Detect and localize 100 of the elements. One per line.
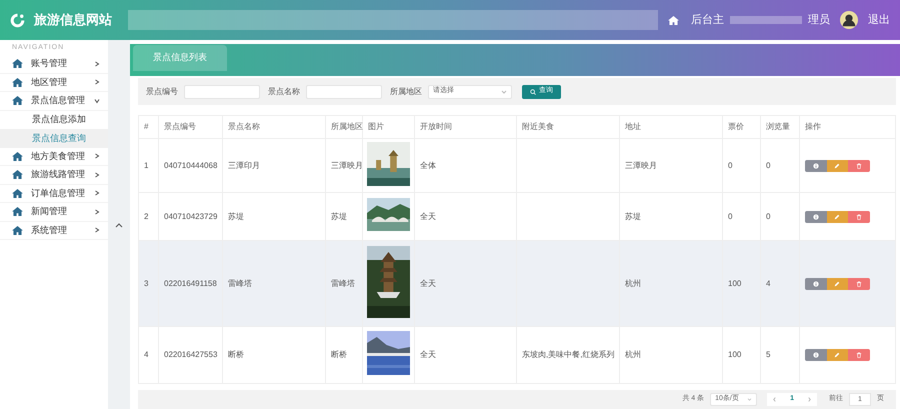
chevron-icon	[94, 60, 100, 67]
info-button[interactable]	[805, 210, 826, 222]
column-header: 操作	[800, 116, 896, 138]
table-cell: 022016427553	[164, 350, 218, 359]
pencil-icon	[834, 280, 840, 286]
table-cell: 0	[728, 160, 732, 170]
table-row[interactable]: 3 022016491158 雷峰塔 雷峰塔 全天 杭州 100 4	[138, 240, 896, 326]
info-icon	[812, 214, 819, 220]
menu-label[interactable]: 订单信息管理	[31, 186, 85, 200]
table-row[interactable]: 2 040710423729 苏堤 苏堤 全天 苏堤 0 0	[138, 192, 896, 240]
submenu-item[interactable]: 景点信息添加	[0, 110, 108, 129]
table-cell: 0	[728, 212, 732, 220]
filter-label: 景点名称	[268, 86, 300, 98]
chevron-icon	[94, 208, 100, 215]
table-cell: 苏堤	[228, 212, 244, 220]
info-button[interactable]	[805, 349, 826, 361]
pencil-icon	[834, 162, 840, 168]
menu-label[interactable]: 旅游线路管理	[31, 168, 85, 182]
table-cell: 2	[144, 212, 148, 220]
table-cell: 断桥	[331, 350, 347, 359]
trash-icon	[856, 352, 862, 358]
table-cell: 022016491158	[164, 278, 217, 288]
trash-icon	[856, 280, 862, 286]
edit-button[interactable]	[826, 210, 848, 222]
table-cell: 3	[144, 278, 148, 288]
table-cell: 苏堤	[331, 212, 347, 220]
table-cell: 杭州	[625, 350, 641, 359]
delete-button[interactable]	[848, 349, 870, 361]
home-icon	[12, 188, 23, 198]
trash-icon	[856, 162, 862, 168]
menu-label[interactable]: 账号管理	[31, 57, 67, 70]
chevron-icon	[501, 90, 507, 94]
table-cell: 1	[144, 160, 148, 170]
edit-button[interactable]	[826, 278, 848, 290]
menu-label[interactable]: 系统管理	[31, 224, 67, 237]
delete-button[interactable]	[848, 278, 870, 290]
menu-label[interactable]: 地方美食管理	[31, 150, 85, 163]
table-cell: 040710444068	[164, 160, 218, 170]
column-header: #	[138, 116, 158, 138]
user-label: 理员	[808, 12, 830, 28]
logout-link[interactable]: 退出	[868, 12, 890, 28]
logo-icon	[9, 12, 26, 28]
table-cell: 5	[766, 350, 770, 359]
table-cell: 三潭映月	[331, 160, 363, 170]
table-cell: 东坡肉,美味中餐,红烧系列	[522, 350, 614, 359]
delete-button[interactable]	[848, 160, 870, 172]
home-icon	[12, 96, 23, 106]
home-icon	[12, 78, 23, 87]
next-icon	[808, 397, 811, 402]
table-cell: 三潭印月	[228, 160, 260, 170]
info-button[interactable]	[805, 278, 826, 290]
edit-button[interactable]	[826, 160, 848, 172]
pencil-icon	[834, 352, 840, 358]
info-icon	[812, 280, 819, 286]
home-icon	[12, 226, 23, 235]
input-field[interactable]	[184, 84, 260, 98]
table-row[interactable]: 1 040710444068 三潭印月 三潭映月 全体 三潭映月 0 0	[138, 138, 896, 192]
menu-label[interactable]: 地区管理	[31, 76, 67, 89]
chevron-icon	[747, 398, 752, 401]
table-cell: 全天	[420, 278, 436, 288]
table-cell: 杭州	[625, 278, 641, 288]
table-cell: 雷峰塔	[228, 278, 252, 288]
site-title: 旅游信息网站	[34, 11, 113, 30]
redacted-text	[730, 16, 802, 24]
previous-icon	[773, 397, 776, 402]
column-header: 景点名称	[222, 116, 326, 138]
table-cell: 全天	[420, 350, 436, 359]
submenu-item[interactable]: 景点信息查询	[0, 129, 108, 148]
info-button[interactable]	[805, 160, 826, 172]
home-icon	[668, 16, 679, 24]
chevron-icon	[94, 172, 100, 178]
info-icon	[812, 352, 819, 358]
input-field[interactable]	[306, 84, 382, 98]
home-icon	[12, 170, 23, 180]
chevron-icon	[94, 190, 100, 196]
info-icon	[812, 162, 819, 168]
table-cell: 0	[766, 212, 770, 220]
table-cell: 全天	[420, 212, 436, 220]
menu-label[interactable]: 景点信息管理	[31, 94, 85, 108]
table-cell: 4	[144, 350, 148, 359]
home-icon	[12, 152, 23, 161]
menu-label[interactable]: 新闻管理	[31, 205, 67, 218]
edit-button[interactable]	[826, 349, 848, 361]
home-icon	[12, 207, 23, 216]
delete-button[interactable]	[848, 210, 870, 222]
table-cell: 0	[766, 160, 770, 170]
table-cell: 三潭映月	[625, 160, 657, 170]
table-cell: 100	[728, 350, 742, 359]
table-cell: 苏堤	[625, 212, 641, 220]
table-cell: 断桥	[228, 350, 244, 359]
trash-icon	[856, 214, 862, 220]
search-icon	[530, 88, 536, 94]
table-cell: 4	[766, 278, 770, 288]
chevron-icon	[94, 227, 100, 234]
column-header: 开放时间	[414, 116, 516, 138]
home-icon	[12, 59, 23, 68]
table-cell: 100	[728, 278, 742, 288]
home-link[interactable]: 后台主	[691, 12, 724, 28]
table-row[interactable]: 4 022016427553 断桥 断桥 全天 东坡肉,美味中餐,红烧系列 杭州 100 5	[138, 326, 896, 384]
filter-label: 景点编号	[146, 86, 178, 98]
